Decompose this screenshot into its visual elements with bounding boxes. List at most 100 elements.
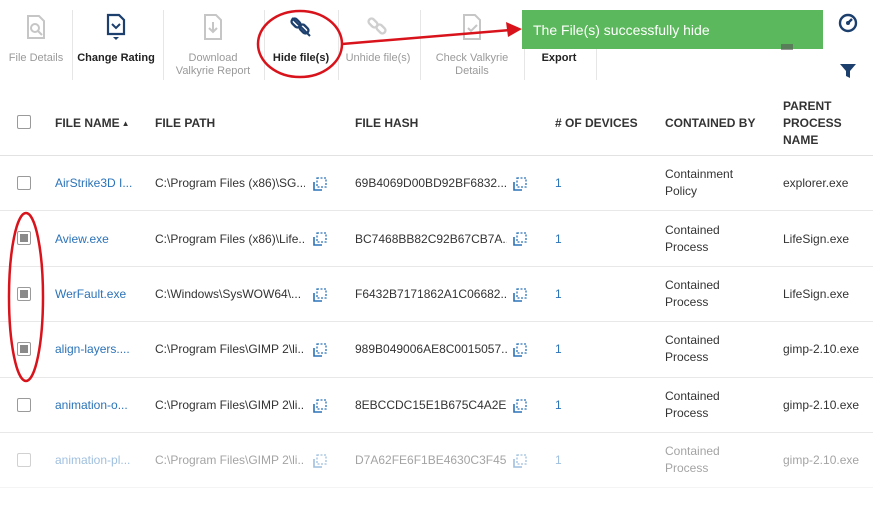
column-header-label: FILE HASH: [355, 115, 419, 130]
file-search-icon: [25, 12, 47, 42]
copy-path-icon[interactable]: [313, 398, 327, 413]
row-checkbox[interactable]: [17, 286, 31, 301]
row-checkbox[interactable]: [17, 452, 31, 467]
device-count-link[interactable]: 1: [555, 378, 585, 432]
table-row[interactable]: AirStrike3D I... C:\Program Files (x86)\S…: [0, 156, 873, 212]
column-header-label: FILE NAME: [55, 115, 120, 130]
parent-process-name: LifeSign.exe: [783, 286, 850, 301]
copy-path-icon[interactable]: [313, 288, 327, 302]
file-hash: D7A62FE6F1BE4630C3F45...: [355, 453, 507, 468]
file-name-link[interactable]: Aview.exe: [55, 211, 147, 265]
unhide-files-button[interactable]: Unhide file(s): [340, 0, 416, 90]
toolbar-divider: [72, 10, 73, 80]
column-header-file-path[interactable]: FILE PATH: [155, 90, 215, 156]
column-header-file-name[interactable]: FILE NAME ▲: [55, 90, 130, 156]
unhide-link-icon: [365, 12, 391, 42]
table-row[interactable]: animation-pl... C:\Program Files\GIMP 2\l…: [0, 433, 873, 489]
change-rating-button[interactable]: Change Rating: [74, 0, 158, 90]
sort-ascending-icon: ▲: [121, 118, 130, 128]
file-hash: F6432B7171862A1C06682...: [355, 286, 507, 301]
column-header-label: CONTAINED BY: [665, 115, 756, 130]
select-all-checkbox[interactable]: [17, 115, 31, 129]
export-label: Export: [541, 52, 577, 64]
column-header-contained-by[interactable]: CONTAINED BY: [665, 90, 755, 156]
copy-hash-icon[interactable]: [513, 398, 527, 413]
toolbar-divider: [420, 10, 421, 80]
column-header-label: FILE PATH: [155, 115, 216, 130]
contained-by: Contained Process: [665, 222, 720, 254]
contained-by: Contained Process: [665, 388, 720, 420]
table-body: AirStrike3D I... C:\Program Files (x86)\S…: [0, 156, 873, 489]
toast-message: The File(s) successfully hide: [533, 21, 710, 38]
row-checkbox[interactable]: [17, 231, 31, 246]
column-header-label: PARENT PROCESS NAME: [783, 98, 842, 147]
dashboard-gauge-icon[interactable]: [838, 13, 858, 33]
copy-hash-icon[interactable]: [513, 232, 527, 247]
file-path: C:\Program Files\GIMP 2\li...: [155, 342, 305, 357]
check-valkyrie-details-button[interactable]: Check Valkyrie Details: [424, 0, 520, 90]
table-row[interactable]: WerFault.exe C:\Windows\SysWOW64\... F6432…: [0, 267, 873, 323]
copy-hash-icon[interactable]: [513, 454, 527, 468]
column-header-label: # OF DEVICES: [555, 115, 638, 130]
parent-process-name: gimp-2.10.exe: [783, 342, 860, 357]
file-name-link[interactable]: WerFault.exe: [55, 267, 147, 321]
filter-icon[interactable]: [839, 62, 857, 80]
copy-path-icon[interactable]: [313, 232, 327, 247]
download-valkyrie-report-button[interactable]: Download Valkyrie Report: [166, 0, 260, 90]
parent-process-name: explorer.exe: [783, 176, 849, 191]
row-checkbox[interactable]: [17, 342, 31, 357]
contained-by: Contained Process: [665, 444, 720, 476]
column-header-parent-process-name[interactable]: PARENT PROCESS NAME: [783, 90, 842, 156]
copy-hash-icon[interactable]: [513, 288, 527, 302]
file-path: C:\Program Files\GIMP 2\li...: [155, 453, 305, 468]
copy-path-icon[interactable]: [313, 343, 327, 357]
table-row[interactable]: Aview.exe C:\Program Files (x86)\Life... B…: [0, 211, 873, 267]
device-count-link[interactable]: 1: [555, 211, 585, 265]
file-name-link[interactable]: animation-o...: [55, 378, 147, 432]
toolbar-divider: [163, 10, 164, 80]
file-hash: 989B049006AE8C0015057...: [355, 342, 507, 357]
parent-process-name: LifeSign.exe: [783, 231, 850, 246]
success-toast: The File(s) successfully hide: [522, 10, 823, 49]
check-valkyrie-details-label: Check Valkyrie Details: [435, 52, 509, 77]
device-count-link[interactable]: 1: [555, 433, 585, 487]
table-row[interactable]: animation-o... C:\Program Files\GIMP 2\li…: [0, 378, 873, 433]
copy-path-icon[interactable]: [313, 177, 327, 191]
toolbar-divider: [338, 10, 339, 80]
row-checkbox[interactable]: [17, 176, 31, 190]
change-rating-label: Change Rating: [77, 52, 155, 64]
hide-link-icon: [288, 12, 314, 42]
copy-hash-icon[interactable]: [513, 177, 527, 191]
row-checkbox[interactable]: [17, 397, 31, 412]
column-header-devices[interactable]: # OF DEVICES: [555, 90, 638, 156]
file-path: C:\Program Files (x86)\SG...: [155, 176, 305, 191]
small-grid-icon[interactable]: [781, 44, 793, 50]
contained-by: Contained Process: [665, 277, 720, 309]
file-details-button[interactable]: File Details: [0, 0, 72, 90]
file-hash: 69B4069D00BD92BF6832...: [355, 176, 507, 191]
file-hash: BC7468BB82C92B67CB7A...: [355, 231, 507, 246]
file-hash: 8EBCCDC15E1B675C4A2E...: [355, 397, 507, 412]
download-valkyrie-report-label: Download Valkyrie Report: [175, 52, 251, 77]
contained-by: Contained Process: [665, 333, 720, 365]
parent-process-name: gimp-2.10.exe: [783, 453, 860, 468]
file-name-link[interactable]: animation-pl...: [55, 433, 147, 487]
file-name-link[interactable]: AirStrike3D I...: [55, 156, 147, 210]
file-name-link[interactable]: align-layers....: [55, 322, 147, 376]
device-count-link[interactable]: 1: [555, 156, 585, 210]
copy-path-icon[interactable]: [313, 454, 327, 468]
file-details-label: File Details: [8, 52, 64, 64]
file-path: C:\Program Files (x86)\Life...: [155, 231, 305, 246]
device-count-link[interactable]: 1: [555, 267, 585, 321]
table-header: FILE NAME ▲ FILE PATH FILE HASH # OF DEV…: [0, 90, 873, 156]
column-header-file-hash[interactable]: FILE HASH: [355, 90, 418, 156]
table-row[interactable]: align-layers.... C:\Program Files\GIMP 2\…: [0, 322, 873, 378]
rating-icon: [103, 12, 129, 42]
file-path: C:\Windows\SysWOW64\...: [155, 286, 302, 301]
copy-hash-icon[interactable]: [513, 343, 527, 357]
hide-files-button[interactable]: Hide file(s): [262, 0, 340, 90]
toolbar-divider: [264, 10, 265, 80]
device-count-link[interactable]: 1: [555, 322, 585, 376]
check-details-icon: [461, 12, 483, 42]
download-report-icon: [202, 12, 224, 42]
